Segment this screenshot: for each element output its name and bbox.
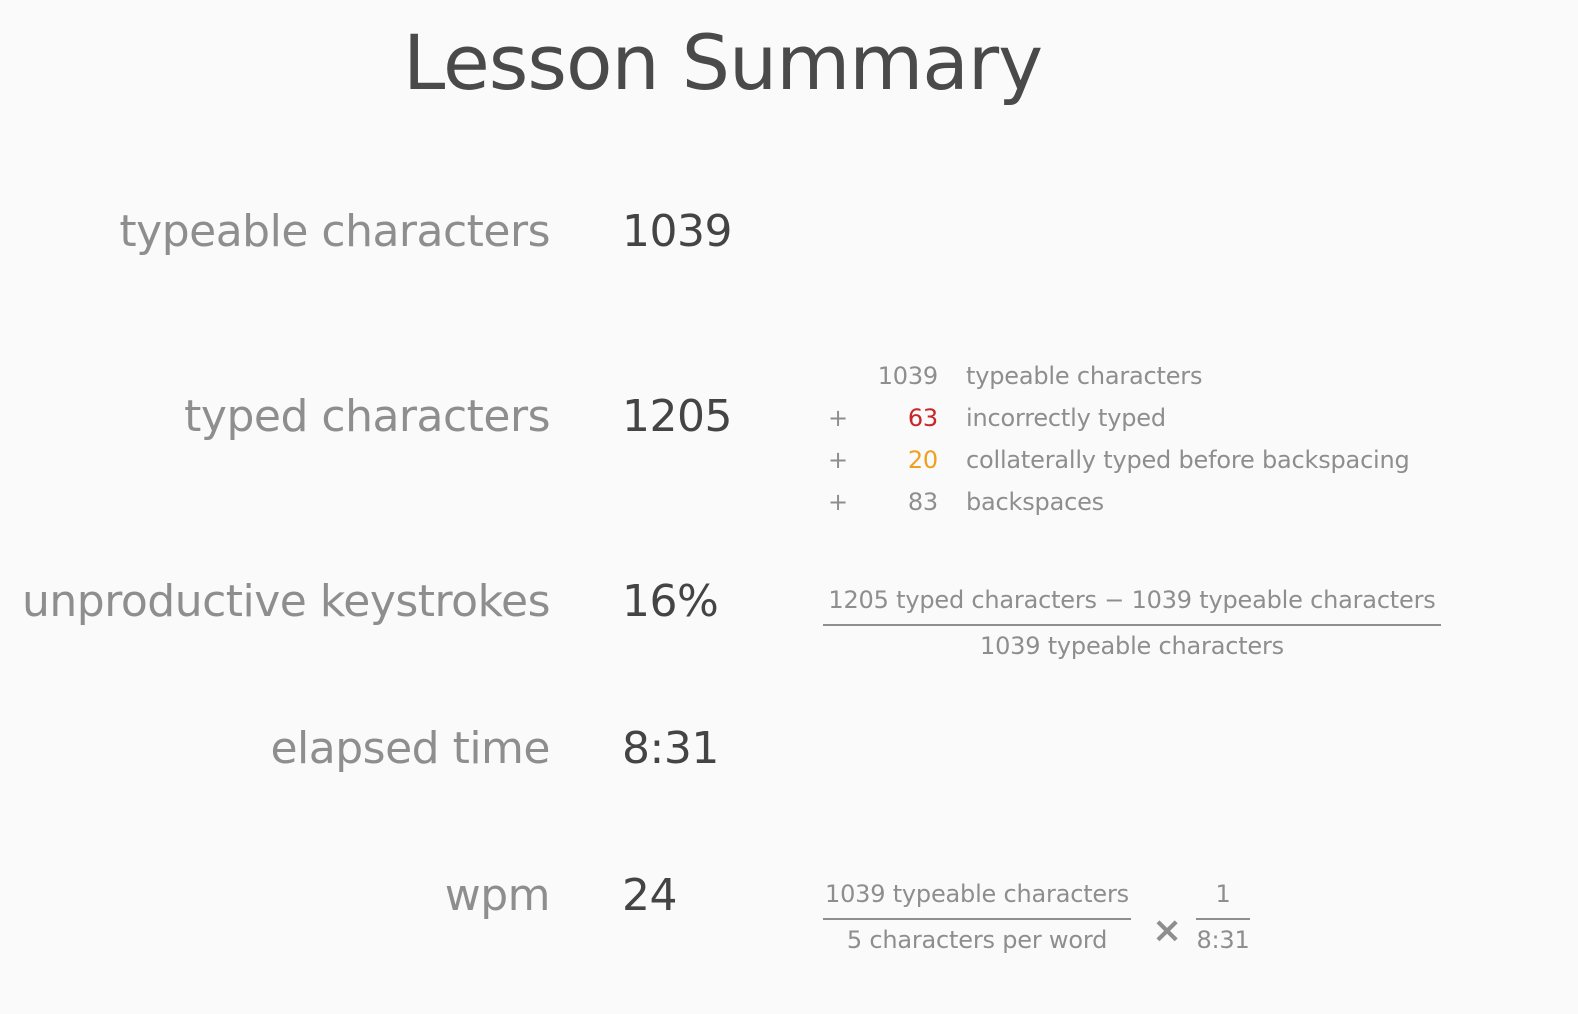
- breakdown-num: 83: [907, 488, 938, 516]
- unproductive-keystrokes-label: unproductive keystrokes: [22, 576, 550, 627]
- fraction-bar: [823, 624, 1441, 626]
- wpm-formula-denominator-2: 8:31: [1196, 926, 1250, 954]
- unproductive-keystrokes-value: 16%: [622, 576, 719, 627]
- elapsed-time-label: elapsed time: [270, 723, 550, 774]
- breakdown-desc: typeable characters: [966, 362, 1203, 390]
- breakdown-desc: collaterally typed before backspacing: [966, 446, 1410, 474]
- elapsed-time-value: 8:31: [622, 723, 719, 774]
- page-title: Lesson Summary: [403, 18, 1043, 107]
- breakdown-num-incorrect: 63: [907, 404, 938, 432]
- formula-denominator: 1039 typeable characters: [980, 632, 1284, 660]
- typeable-characters-value: 1039: [622, 206, 732, 257]
- breakdown-num: 1039: [877, 362, 938, 390]
- wpm-label: wpm: [444, 870, 551, 921]
- typeable-characters-label: typeable characters: [119, 206, 550, 257]
- multiply-icon: ×: [1152, 910, 1183, 951]
- wpm-value: 24: [622, 870, 678, 921]
- breakdown-desc: incorrectly typed: [966, 404, 1166, 432]
- wpm-formula-numerator-2: 1: [1215, 880, 1231, 908]
- formula-numerator: 1205 typed characters − 1039 typeable ch…: [828, 586, 1436, 614]
- typed-characters-label: typed characters: [184, 391, 550, 442]
- fraction-bar: [823, 918, 1131, 920]
- wpm-formula-denominator: 5 characters per word: [846, 926, 1108, 954]
- breakdown-desc: backspaces: [966, 488, 1104, 516]
- typed-characters-value: 1205: [622, 391, 732, 442]
- fraction-bar: [1196, 918, 1250, 920]
- breakdown-num-collateral: 20: [907, 446, 938, 474]
- wpm-formula-numerator: 1039 typeable characters: [825, 880, 1129, 908]
